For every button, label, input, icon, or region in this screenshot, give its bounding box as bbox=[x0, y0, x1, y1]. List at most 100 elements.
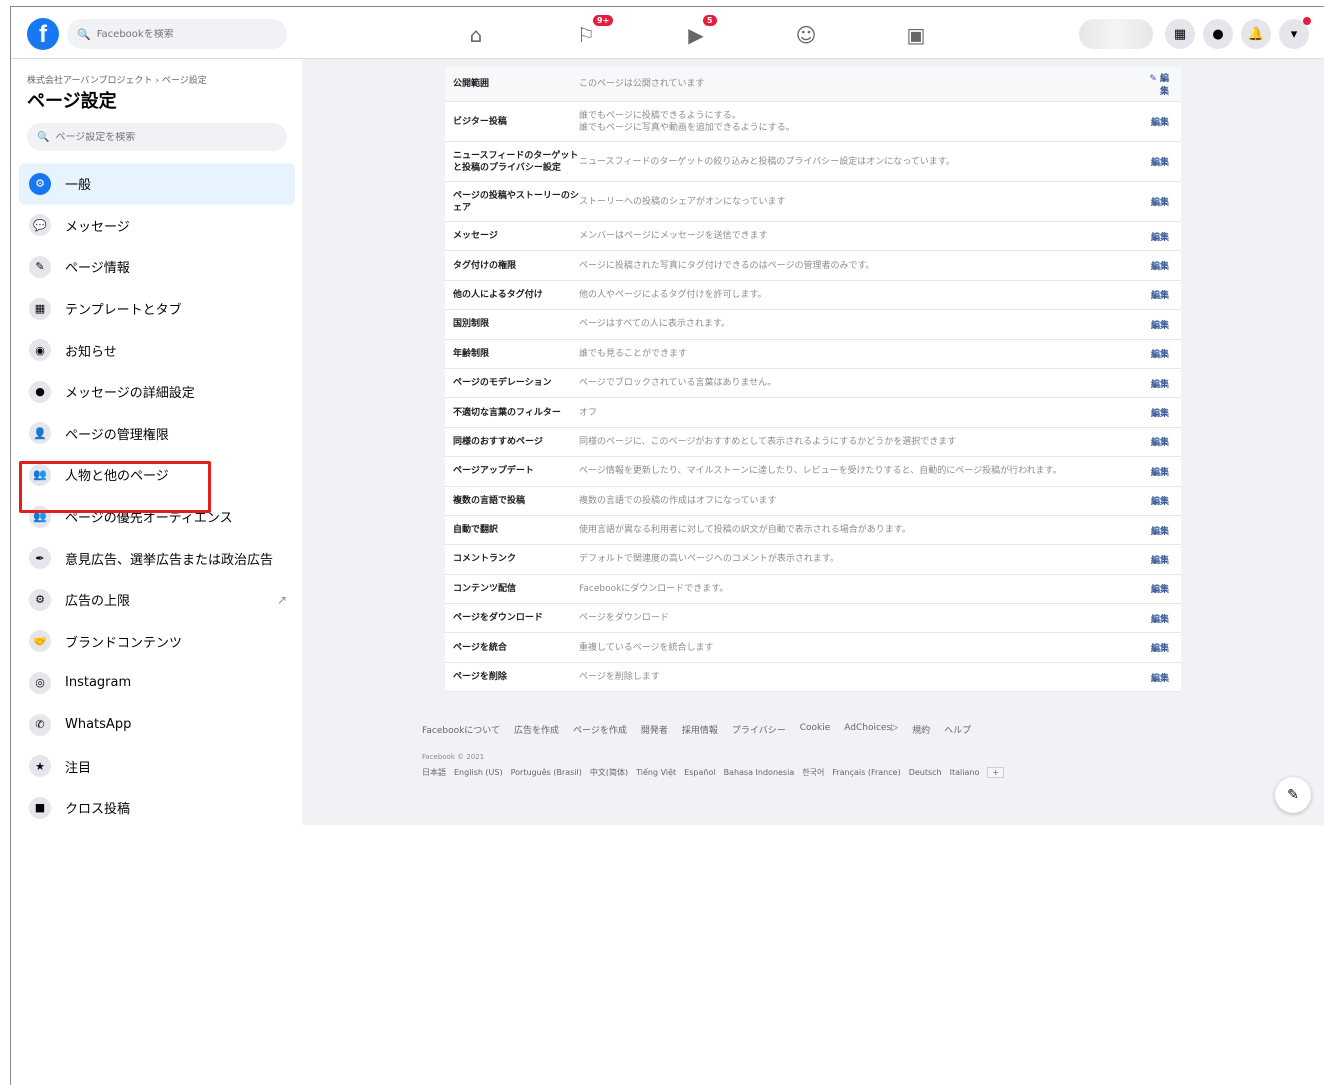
watch-tab[interactable]: ▶ 5 bbox=[641, 15, 751, 55]
settings-row[interactable]: コンテンツ配信 Facebookにダウンロードできます。 編集 bbox=[445, 575, 1181, 605]
edit-link[interactable]: 編集 bbox=[1141, 377, 1181, 390]
language-link[interactable]: Deutsch bbox=[909, 768, 942, 777]
settings-search-input[interactable] bbox=[55, 131, 256, 143]
home-tab[interactable]: ⌂ bbox=[421, 15, 531, 55]
sidebar-item[interactable]: ▦ テンプレートとタブ bbox=[19, 288, 295, 330]
settings-row[interactable]: コメントランク デフォルトで関連度の高いページへのコメントが表示されます。 編集 bbox=[445, 545, 1181, 575]
settings-row[interactable]: 年齢制限 誰でも見ることができます 編集 bbox=[445, 340, 1181, 369]
edit-link[interactable]: 編集 bbox=[1141, 259, 1181, 272]
sidebar-item-label: メッセージ bbox=[65, 219, 130, 235]
edit-link[interactable]: 編集 bbox=[1141, 612, 1181, 625]
edit-link[interactable]: 編集 bbox=[1141, 406, 1181, 419]
groups-tab[interactable]: ☺ bbox=[751, 15, 861, 55]
footer-link[interactable]: プライバシー bbox=[732, 723, 786, 736]
sidebar-item[interactable]: ✎ ページ情報 bbox=[19, 246, 295, 288]
language-link[interactable]: 한국어 bbox=[802, 767, 824, 778]
edit-link[interactable]: 編集 bbox=[1141, 288, 1181, 301]
footer-link[interactable]: Cookie bbox=[800, 723, 831, 736]
language-link[interactable]: Français (France) bbox=[832, 768, 900, 777]
footer-link[interactable]: AdChoices▷ bbox=[844, 723, 898, 736]
settings-row[interactable]: ビジター投稿 誰でもページに投稿できるようにする。 誰でもページに写真や動画を追加… bbox=[445, 102, 1181, 142]
settings-row[interactable]: ページを削除 ページを削除します 編集 bbox=[445, 663, 1181, 693]
language-link[interactable]: Português (Brasil) bbox=[511, 768, 582, 777]
language-link[interactable]: Español bbox=[684, 768, 715, 777]
edit-link[interactable]: 編集 bbox=[1141, 435, 1181, 448]
language-link[interactable]: Bahasa Indonesia bbox=[724, 768, 795, 777]
more-languages-button[interactable]: + bbox=[987, 767, 1005, 778]
sidebar-item[interactable]: ★ 注目 bbox=[19, 745, 295, 787]
edit-link[interactable]: 編集 bbox=[1141, 318, 1181, 331]
account-button[interactable]: ▾ bbox=[1279, 17, 1311, 49]
footer-link[interactable]: 規約 bbox=[912, 723, 930, 736]
facebook-logo[interactable]: f bbox=[27, 18, 59, 50]
settings-row[interactable]: 他の人によるタグ付け 他の人やページによるタグ付けを許可します。 編集 bbox=[445, 281, 1181, 311]
profile-button[interactable] bbox=[1079, 19, 1153, 49]
edit-link[interactable]: 編集 bbox=[1141, 494, 1181, 507]
gaming-tab[interactable]: ▣ bbox=[861, 15, 971, 55]
setting-label: コンテンツ配信 bbox=[453, 583, 517, 594]
settings-row[interactable]: ページを統合 重複しているページを統合します 編集 bbox=[445, 633, 1181, 663]
edit-link[interactable]: 編集 bbox=[1141, 465, 1181, 478]
settings-row[interactable]: ページのモデレーション ページでブロックされている言葉はありません。 編集 bbox=[445, 369, 1181, 399]
edit-link[interactable]: ✎ 編集 bbox=[1141, 71, 1181, 97]
footer-link[interactable]: 広告を作成 bbox=[514, 723, 559, 736]
language-link[interactable]: 中文(简体) bbox=[590, 767, 628, 778]
facebook-search-input[interactable] bbox=[96, 28, 267, 40]
notifications-button[interactable]: 🔔 bbox=[1241, 19, 1271, 49]
settings-row[interactable]: メッセージ メンバーはページにメッセージを送信できます 編集 bbox=[445, 222, 1181, 252]
sidebar-item[interactable]: ◎ Instagram bbox=[19, 662, 295, 704]
settings-row[interactable]: ニュースフィードのターゲットと投稿のプライバシー設定 ニュースフィードのターゲット… bbox=[445, 142, 1181, 182]
language-link[interactable]: 日本語 bbox=[422, 767, 446, 778]
edit-link[interactable]: 編集 bbox=[1141, 524, 1181, 537]
settings-row[interactable]: 国別制限 ページはすべての人に表示されます。 編集 bbox=[445, 310, 1181, 340]
breadcrumb[interactable]: 株式会社アーバンプロジェクト › ページ設定 bbox=[27, 73, 207, 86]
sidebar-item[interactable]: 👤 ページの管理権限 bbox=[19, 413, 295, 455]
sidebar-item[interactable]: ⚙ 一般 bbox=[19, 163, 295, 205]
settings-row[interactable]: 不適切な言葉のフィルター オフ 編集 bbox=[445, 398, 1181, 428]
language-link[interactable]: Italiano bbox=[950, 768, 980, 777]
audience-icon: 👥 bbox=[29, 505, 51, 528]
pages-tab[interactable]: ⚐ 9+ bbox=[531, 15, 641, 55]
edit-link[interactable]: 編集 bbox=[1141, 155, 1181, 168]
edit-link[interactable]: 編集 bbox=[1141, 195, 1181, 208]
footer-link[interactable]: ヘルプ bbox=[944, 723, 971, 736]
sidebar-item[interactable]: ◉ お知らせ bbox=[19, 329, 295, 371]
settings-row[interactable]: ページアップデート ページ情報を更新したり、マイルストーンに達したり、レビューを受… bbox=[445, 457, 1181, 487]
footer-link[interactable]: ページを作成 bbox=[573, 723, 627, 736]
video-icon: ■ bbox=[29, 796, 51, 819]
language-link[interactable]: Tiếng Việt bbox=[636, 768, 676, 777]
edit-link[interactable]: 編集 bbox=[1141, 582, 1181, 595]
sidebar-item[interactable]: ✆ WhatsApp bbox=[19, 704, 295, 746]
settings-row[interactable]: 公開範囲 このページは公開されています ✎ 編集 bbox=[445, 67, 1181, 102]
settings-search[interactable]: 🔍 bbox=[27, 123, 287, 151]
edit-link[interactable]: 編集 bbox=[1141, 230, 1181, 243]
footer-link[interactable]: Facebookについて bbox=[422, 723, 500, 736]
sidebar-item[interactable]: ✒ 意見広告、選挙広告または政治広告 bbox=[19, 537, 295, 579]
footer-link[interactable]: 採用情報 bbox=[682, 723, 718, 736]
settings-row[interactable]: ページの投稿やストーリーのシェア ストーリーへの投稿のシェアがオンになっています 編… bbox=[445, 182, 1181, 222]
settings-row[interactable]: タグ付けの権限 ページに投稿された写真にタグ付けできるのはページの管理者のみです。… bbox=[445, 251, 1181, 281]
settings-row[interactable]: ページをダウンロード ページをダウンロード 編集 bbox=[445, 604, 1181, 634]
footer-link[interactable]: 開発者 bbox=[641, 723, 668, 736]
sidebar-item[interactable]: 👥 人物と他のページ bbox=[19, 454, 295, 496]
language-link[interactable]: English (US) bbox=[454, 768, 503, 777]
edit-link[interactable]: 編集 bbox=[1141, 553, 1181, 566]
sidebar-item[interactable]: 💬 メッセージ bbox=[19, 205, 295, 247]
sidebar-item[interactable]: ● メッセージの詳細設定 bbox=[19, 371, 295, 413]
settings-row[interactable]: 自動で翻訳 使用言語が異なる利用者に対して投稿の訳文が自動で表示される場合がありま… bbox=[445, 516, 1181, 546]
copyright: Facebook © 2021 bbox=[422, 753, 485, 761]
sidebar-item[interactable]: 👥 ページの優先オーディエンス bbox=[19, 496, 295, 538]
edit-link[interactable]: 編集 bbox=[1141, 347, 1181, 360]
facebook-search[interactable]: 🔍 bbox=[67, 19, 287, 49]
new-message-button[interactable]: ✎ bbox=[1275, 777, 1311, 813]
settings-row[interactable]: 複数の言語で投稿 複数の言語での投稿の作成はオフになっています 編集 bbox=[445, 487, 1181, 516]
messenger-button[interactable]: ● bbox=[1203, 19, 1233, 49]
sidebar-item[interactable]: 🤝 ブランドコンテンツ bbox=[19, 621, 295, 663]
edit-link[interactable]: 編集 bbox=[1141, 671, 1181, 684]
edit-link[interactable]: 編集 bbox=[1141, 115, 1181, 128]
sidebar-item[interactable]: ■ クロス投稿 bbox=[19, 787, 295, 825]
menu-button[interactable]: ▦ bbox=[1165, 19, 1195, 49]
settings-row[interactable]: 同様のおすすめページ 同様のページに、このページがおすすめとして表示されるようにす… bbox=[445, 428, 1181, 458]
sidebar-item[interactable]: ⚙ 広告の上限 ↗ bbox=[19, 579, 295, 621]
edit-link[interactable]: 編集 bbox=[1141, 641, 1181, 654]
